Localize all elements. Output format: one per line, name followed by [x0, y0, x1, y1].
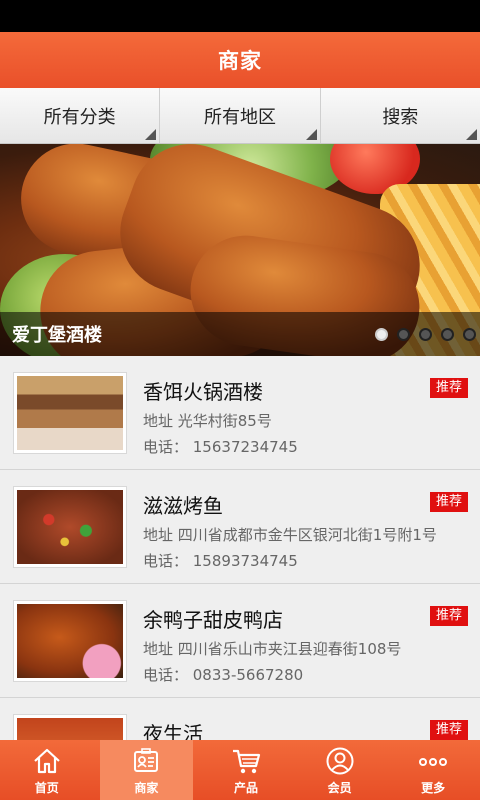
page-title-text: 商家	[218, 49, 262, 73]
store-address: 地址 四川省乐山市夹江县迎春街108号	[143, 640, 402, 658]
tab-product-label: 产品	[233, 781, 258, 795]
list-item[interactable]: 余鸭子甜皮鸭店 地址 四川省乐山市夹江县迎春街108号 电话： 0833-566…	[0, 584, 480, 698]
carousel-dot[interactable]	[375, 328, 388, 341]
id-card-icon	[131, 746, 161, 776]
tab-more[interactable]: 更多	[386, 740, 480, 800]
region-filter-label: 所有地区	[203, 106, 276, 128]
list-item[interactable]: 香饵火锅酒楼 地址 光华村街85号 电话： 15637234745 推荐	[0, 356, 480, 470]
carousel-indicator	[375, 328, 476, 341]
user-icon	[325, 746, 355, 776]
corner-triangle-icon	[465, 129, 477, 140]
store-name: 余鸭子甜皮鸭店	[143, 608, 283, 632]
store-thumbnail	[13, 372, 127, 454]
more-dots-icon	[418, 746, 448, 776]
store-name: 香饵火锅酒楼	[143, 380, 263, 404]
tab-home[interactable]: 首页	[0, 740, 94, 800]
list-item[interactable]: 滋滋烤鱼 地址 四川省成都市金牛区银河北街1号附1号 电话： 158937347…	[0, 470, 480, 584]
store-thumbnail	[13, 486, 127, 568]
tab-merchant-label: 商家	[134, 781, 159, 795]
store-phone: 电话： 0833-5667280	[143, 666, 304, 684]
corner-triangle-icon	[145, 129, 157, 140]
tab-member[interactable]: 会员	[293, 740, 387, 800]
category-filter-label: 所有分类	[43, 106, 116, 128]
category-filter[interactable]: 所有分类	[0, 88, 161, 143]
recommend-badge: 推荐	[429, 720, 468, 740]
store-list: 香饵火锅酒楼 地址 光华村街85号 电话： 15637234745 推荐 滋滋烤…	[0, 356, 480, 740]
tab-more-label: 更多	[421, 781, 446, 795]
tab-home-label: 首页	[34, 781, 59, 795]
bottom-tab-bar: 首页 商家 产品 会员 更多	[0, 740, 480, 800]
filter-bar: 所有分类 所有地区 搜索	[0, 88, 480, 144]
home-icon	[32, 746, 62, 776]
corner-triangle-icon	[305, 129, 317, 140]
banner-carousel[interactable]: 爱丁堡酒楼	[0, 144, 480, 356]
cart-icon	[231, 746, 261, 776]
carousel-dot[interactable]	[463, 328, 476, 341]
page-title: 商家	[0, 32, 480, 88]
store-phone: 电话： 15637234745	[143, 438, 298, 456]
store-phone: 电话： 15893734745	[143, 552, 298, 570]
carousel-dot[interactable]	[419, 328, 432, 341]
carousel-dot[interactable]	[441, 328, 454, 341]
carousel-dot[interactable]	[397, 328, 410, 341]
search-button-label: 搜索	[382, 106, 419, 128]
recommend-badge: 推荐	[429, 606, 468, 626]
tab-merchant[interactable]: 商家	[99, 740, 194, 800]
tab-member-label: 会员	[327, 781, 352, 795]
store-address: 地址 光华村街85号	[143, 412, 272, 430]
store-thumbnail	[13, 600, 127, 682]
banner-caption: 爱丁堡酒楼	[12, 325, 102, 346]
store-address: 地址 四川省成都市金牛区银河北街1号附1号	[143, 526, 437, 544]
tab-product[interactable]: 产品	[199, 740, 293, 800]
recommend-badge: 推荐	[429, 378, 468, 398]
store-thumbnail	[13, 714, 127, 740]
store-name: 滋滋烤鱼	[143, 494, 223, 518]
store-name: 夜生活	[143, 722, 203, 740]
recommend-badge: 推荐	[429, 492, 468, 512]
status-bar	[0, 0, 480, 32]
search-button[interactable]: 搜索	[320, 88, 480, 143]
region-filter[interactable]: 所有地区	[160, 88, 321, 143]
list-item[interactable]: 夜生活 推荐	[0, 698, 480, 740]
